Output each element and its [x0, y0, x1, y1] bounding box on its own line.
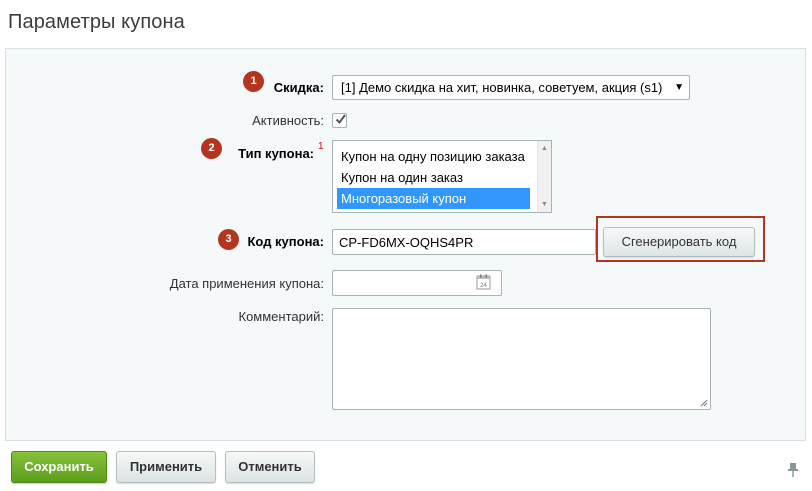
activity-label: Активность: [252, 113, 324, 128]
coupon-type-listbox[interactable]: Купон на одну позицию заказа Купон на од… [332, 140, 552, 213]
chevron-down-icon: ▼ [674, 82, 684, 93]
step-marker-1: 1 [243, 71, 264, 92]
calendar-icon[interactable]: 24 [476, 274, 491, 290]
step-marker-2: 2 [201, 138, 222, 159]
coupon-type-label: Тип купона: [238, 146, 314, 161]
coupon-code-input[interactable] [332, 229, 596, 255]
apply-date-input[interactable]: 24 [332, 270, 502, 296]
comment-textarea[interactable] [332, 308, 711, 410]
discount-label: Скидка: [273, 80, 324, 95]
scroll-up-icon[interactable]: ▲ [541, 145, 548, 152]
step-marker-3: 3 [218, 229, 239, 250]
cancel-button[interactable]: Отменить [225, 451, 315, 483]
comment-label: Комментарий: [238, 309, 325, 324]
generate-code-button[interactable]: Сгенерировать код [603, 227, 755, 257]
list-item[interactable]: Купон на один заказ [337, 167, 530, 188]
calendar-icon-day: 24 [480, 283, 487, 289]
scroll-down-icon[interactable]: ▼ [541, 201, 548, 208]
discount-select-value: [1] Демо скидка на хит, новинка, советуе… [341, 80, 663, 95]
list-item[interactable]: Купон на одну позицию заказа [337, 146, 530, 167]
apply-date-label: Дата применения купона: [169, 276, 324, 291]
coupon-code-label: Код купона: [247, 234, 324, 249]
page-title: Параметры купона [8, 11, 185, 33]
list-item-selected[interactable]: Многоразовый купон [337, 188, 530, 209]
required-marker: 1 [318, 141, 324, 152]
pin-icon[interactable] [787, 462, 799, 478]
apply-button[interactable]: Применить [116, 451, 216, 483]
save-button[interactable]: Сохранить [11, 451, 107, 483]
resize-grip-icon[interactable] [700, 399, 708, 407]
checkmark-icon [335, 114, 346, 125]
discount-select[interactable]: [1] Демо скидка на хит, новинка, советуе… [332, 75, 690, 100]
listbox-scrollbar[interactable]: ▲ ▼ [537, 141, 551, 212]
activity-checkbox[interactable] [332, 113, 347, 128]
